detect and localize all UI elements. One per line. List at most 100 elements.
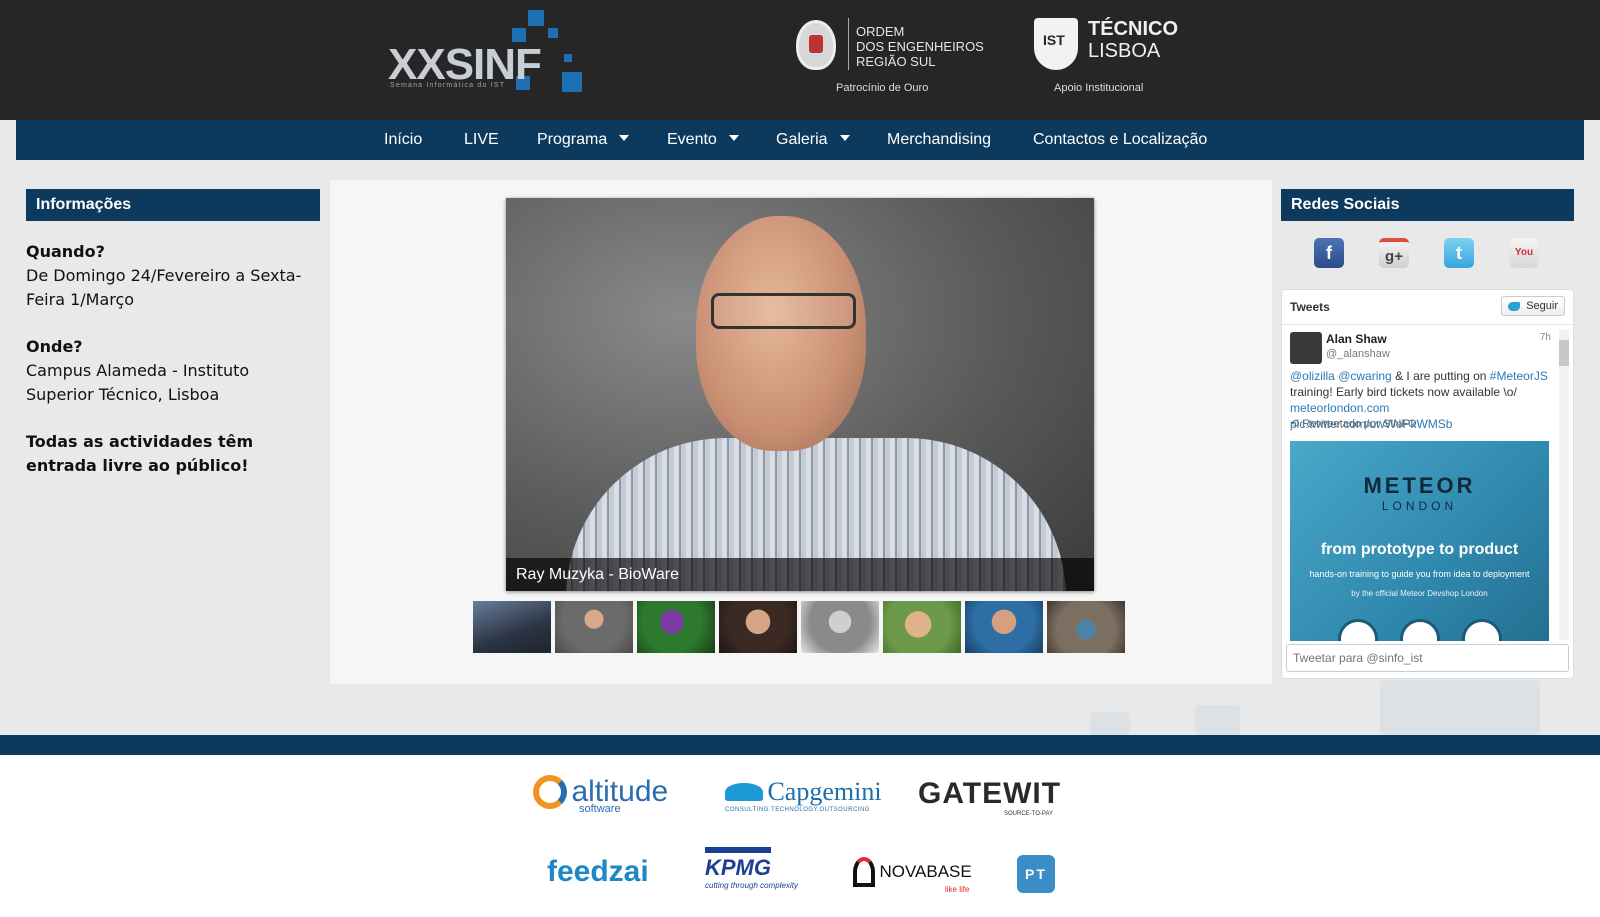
tweet-media-card[interactable]: METEOR LONDON from prototype to product … [1290, 441, 1549, 641]
youtube-icon[interactable]: You [1509, 238, 1539, 268]
when-question: Quando? [26, 242, 105, 261]
pt-wordmark: PT [1025, 866, 1047, 882]
nav-item-live[interactable]: LIVE [464, 120, 499, 160]
tweet-author-name[interactable]: Alan Shaw [1326, 332, 1387, 346]
twitter-widget: Tweets Seguir Alan Shaw @_alanshaw 7h @o… [1281, 289, 1574, 679]
feedzai-wordmark: feedzai [547, 855, 649, 888]
hashtag-link[interactable]: #MeteorJS [1490, 369, 1548, 383]
sponsor-capgemini[interactable]: Capgemini CONSULTING.TECHNOLOGY.OUTSOURC… [725, 777, 882, 813]
mention-link[interactable]: @olizilla [1290, 369, 1335, 383]
nav-item-merchandising[interactable]: Merchandising [887, 120, 991, 160]
logo-pixel [564, 54, 572, 62]
slide-thumbnail[interactable] [473, 601, 551, 653]
header-bar: XXSINF Semana Informática do IST ORDEM D… [0, 0, 1600, 120]
nav-label: Início [384, 131, 423, 148]
sponsor-ordem-engenheiros[interactable]: ORDEM DOS ENGENHEIROS REGIÃO SUL Patrocí… [796, 18, 986, 98]
slide-thumbnail[interactable] [965, 601, 1043, 653]
sponsor-kpmg[interactable]: KPMG cutting through complexity [705, 847, 798, 890]
card-title: METEOR [1363, 473, 1476, 498]
background-decoration [1195, 705, 1240, 735]
capgemini-wordmark: Capgemini [767, 777, 882, 806]
when-block: Quando? De Domingo 24/Fevereiro a Sexta-… [26, 240, 321, 312]
sponsor-pt[interactable]: PT [1017, 855, 1055, 893]
divider [848, 18, 849, 70]
follow-button[interactable]: Seguir [1501, 296, 1565, 316]
chevron-down-icon [728, 135, 739, 141]
google-plus-icon[interactable]: g+ [1379, 238, 1409, 268]
retweet-label: ⟲ Retweetado por SINFO [1290, 417, 1417, 430]
scrollbar-thumb[interactable] [1559, 340, 1569, 366]
slide-thumbnail[interactable] [801, 601, 879, 653]
nav-label: Contactos e Localização [1033, 131, 1208, 148]
speaker-photo[interactable]: Ray Muzyka - BioWare [506, 198, 1094, 591]
slide-thumbnail[interactable] [555, 601, 633, 653]
chevron-down-icon [619, 135, 630, 141]
avatar[interactable] [1290, 332, 1322, 364]
novabase-n-icon [853, 857, 875, 887]
ordem-line: DOS ENGENHEIROS [856, 39, 984, 54]
retweet-icon: ⟲ [1290, 418, 1303, 430]
background-decoration [1380, 680, 1540, 735]
sponsor-altitude[interactable]: altitude software [533, 775, 668, 815]
photo-glasses [711, 293, 856, 329]
ordem-engenheiros-name: ORDEM DOS ENGENHEIROS REGIÃO SUL [856, 24, 984, 69]
tweet-input[interactable] [1286, 644, 1569, 672]
url-link[interactable]: meteorlondon.com [1290, 401, 1389, 415]
logo-subtitle: Semana Informática do IST [390, 82, 506, 89]
nav-item-galeria[interactable]: Galeria [776, 120, 850, 160]
card-tagline: hands-on training to guide you from idea… [1309, 569, 1530, 579]
nav-item-evento[interactable]: Evento [667, 120, 739, 160]
novabase-wordmark: NOVABASE [879, 862, 972, 881]
tweet-author-handle[interactable]: @_alanshaw [1326, 348, 1390, 360]
nav-label: Evento [667, 131, 717, 148]
when-answer: De Domingo 24/Fevereiro a Sexta-Feira 1/… [26, 266, 302, 309]
sinfo-logo[interactable]: XXSINF Semana Informática do IST [388, 10, 598, 105]
where-block: Onde? Campus Alameda - Instituto Superio… [26, 335, 321, 407]
novabase-subtitle: like life [945, 885, 970, 894]
card-avatar [1400, 619, 1440, 641]
info-heading: Informações [26, 189, 320, 221]
tweets-scrollbar[interactable] [1559, 330, 1569, 640]
slide-thumbnail[interactable] [883, 601, 961, 653]
sponsor-tecnico-lisboa[interactable]: TÉCNICO LISBOA Apoio Institucional [1034, 16, 1214, 101]
footer-bar [0, 735, 1600, 755]
nav-item-programa[interactable]: Programa [537, 120, 630, 160]
tecnico-name: TÉCNICO [1088, 18, 1178, 40]
logo-pixel [528, 10, 544, 26]
card-avatar [1462, 619, 1502, 641]
gatewit-subtitle: SOURCE-TO-PAY [1004, 811, 1054, 817]
nav-item-inicio[interactable]: Início [384, 120, 422, 160]
capgemini-spade-icon [725, 783, 763, 801]
nav-item-contactos[interactable]: Contactos e Localização [1033, 120, 1207, 160]
tweet-timestamp[interactable]: 7h [1540, 332, 1551, 343]
divider [1282, 324, 1573, 325]
gatewit-wordmark: GATEWIT [918, 777, 1062, 810]
facebook-icon[interactable]: f [1314, 238, 1344, 268]
tweet-text-part: & I are putting on [1391, 369, 1490, 383]
sponsor-feedzai[interactable]: feedzai [547, 855, 649, 889]
kpmg-subtitle: cutting through complexity [705, 881, 798, 890]
slide-thumbnail[interactable] [1047, 601, 1125, 653]
social-heading: Redes Sociais [1281, 189, 1574, 221]
altitude-subtitle: software [579, 803, 621, 815]
card-byline: by the official Meteor Devshop London [1351, 589, 1488, 598]
card-headline: from prototype to product [1320, 541, 1519, 558]
logo-pixel [548, 28, 558, 38]
sponsor-gatewit[interactable]: GATEWIT SOURCE-TO-PAY [918, 777, 1062, 817]
sponsor-novabase[interactable]: NOVABASE like life [853, 857, 972, 894]
capgemini-subtitle: CONSULTING.TECHNOLOGY.OUTSOURCING [725, 807, 870, 813]
retweet-text: Retweetado por SINFO [1302, 418, 1417, 430]
slide-thumbnail[interactable] [637, 601, 715, 653]
chevron-down-icon [839, 135, 850, 141]
kpmg-wordmark: KPMG [705, 847, 771, 880]
free-entry-note: Todas as actividades têm entrada livre a… [26, 432, 254, 475]
nav-label: Galeria [776, 131, 828, 148]
twitter-icon[interactable]: t [1444, 238, 1474, 268]
photo-face [696, 216, 866, 451]
nav-label: Programa [537, 131, 608, 148]
slide-thumbnail[interactable] [719, 601, 797, 653]
where-question: Onde? [26, 337, 83, 356]
background-decoration [1090, 712, 1130, 735]
nav-label: Merchandising [887, 131, 992, 148]
mention-link[interactable]: @cwaring [1338, 369, 1392, 383]
